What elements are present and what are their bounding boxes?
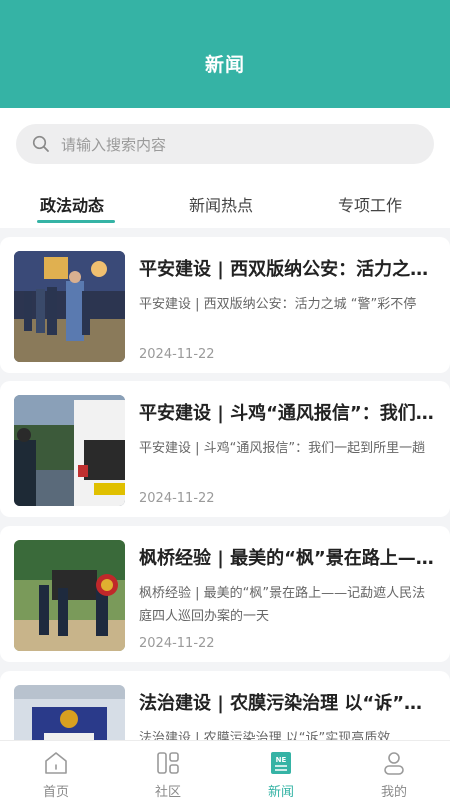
- news-title: 法治建设 | 农膜污染治理 以“诉”实现高质效: [139, 693, 435, 714]
- news-thumbnail: [14, 251, 125, 362]
- news-title: 平安建设 | 斗鸡“通风报信”：我们一起到所里一趟: [139, 403, 435, 424]
- home-icon: [45, 752, 67, 774]
- news-card[interactable]: 平安建设 | 西双版纳公安：活力之城“警”彩不停 平安建设 | 西双版纳公安：活…: [0, 237, 450, 373]
- svg-text:NE: NE: [276, 756, 287, 764]
- search-input[interactable]: 请输入搜索内容: [16, 124, 434, 164]
- tabbar-item-community[interactable]: 社区: [112, 741, 224, 800]
- category-tabs: 政法动态 新闻热点 专项工作: [0, 184, 450, 228]
- tabbar-item-news[interactable]: NE 新闻: [225, 741, 337, 800]
- news-icon: NE: [271, 752, 291, 774]
- news-date: 2024-11-22: [139, 491, 215, 506]
- news-thumbnail: [14, 395, 125, 506]
- news-summary: 枫桥经验 | 最美的“枫”景在路上——记勐遮人民法庭四人巡回办案的一天: [139, 586, 426, 624]
- tabbar-item-profile[interactable]: 我的: [338, 741, 450, 800]
- news-summary: 平安建设 | 西双版纳公安：活力之城 “警”彩不停: [139, 297, 417, 312]
- tab-special-work[interactable]: 专项工作: [338, 192, 402, 216]
- active-tab-indicator: [37, 220, 115, 223]
- tabbar-item-home[interactable]: 首页: [0, 741, 112, 800]
- news-summary: 平安建设 | 斗鸡“通风报信”：我们一起到所里一趟: [139, 441, 426, 456]
- search-section: 请输入搜索内容 政法动态 新闻热点 专项工作: [0, 108, 450, 228]
- tabbar-label: 我的: [380, 785, 407, 800]
- tabbar-label: 新闻: [267, 785, 294, 800]
- app-header: 新闻: [0, 0, 450, 108]
- news-title: 枫桥经验 | 最美的“枫”景在路上——记勐遮人民法庭四人巡回办案的一天: [139, 548, 435, 569]
- tabbar-label: 社区: [154, 785, 181, 800]
- news-thumbnail: [14, 540, 125, 651]
- news-date: 2024-11-22: [139, 347, 215, 362]
- tab-politics-law[interactable]: 政法动态: [40, 192, 104, 216]
- search-icon: [32, 135, 49, 152]
- community-icon: [157, 752, 179, 774]
- tabbar-label: 首页: [42, 785, 69, 800]
- search-placeholder: 请输入搜索内容: [61, 136, 167, 154]
- tab-hot-news[interactable]: 新闻热点: [189, 192, 253, 216]
- page-title: 新闻: [204, 54, 245, 76]
- news-card[interactable]: 枫桥经验 | 最美的“枫”景在路上——记勐遮人民法庭四人巡回办案的一天 枫桥经验…: [0, 526, 450, 662]
- bottom-tab-bar: 首页 社区 NE 新闻 我的: [0, 740, 450, 800]
- news-date: 2024-11-22: [139, 636, 215, 651]
- news-title: 平安建设 | 西双版纳公安：活力之城“警”彩不停: [139, 259, 435, 280]
- profile-icon: [384, 752, 404, 775]
- news-card[interactable]: 平安建设 | 斗鸡“通风报信”：我们一起到所里一趟 平安建设 | 斗鸡“通风报信…: [0, 381, 450, 517]
